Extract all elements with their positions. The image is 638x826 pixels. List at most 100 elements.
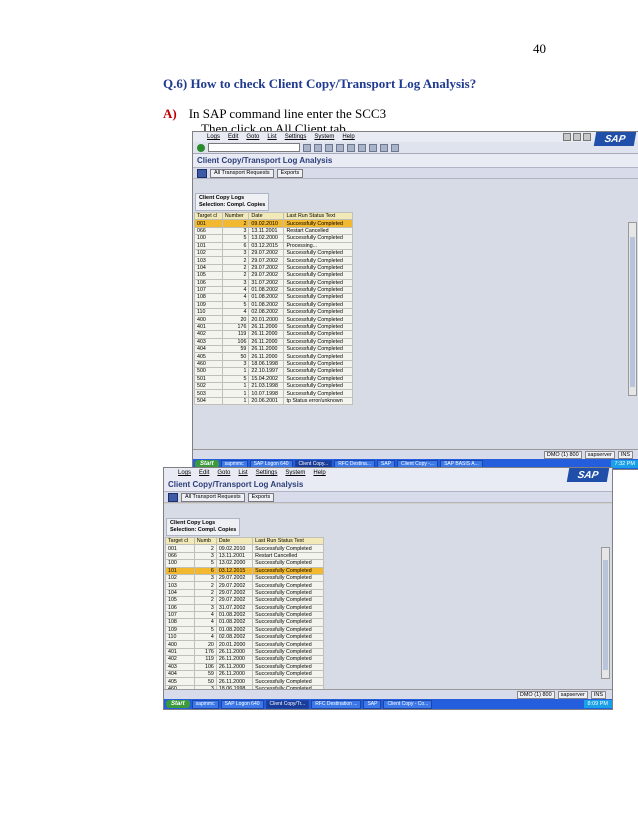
cancel-icon[interactable] — [336, 143, 344, 152]
table-row[interactable]: 503 1 10.07.1998 Successfully Completed — [194, 389, 353, 398]
table-row[interactable]: 502121.03.1998Successfully Completed — [194, 381, 353, 391]
table-row[interactable]: 107 4 01.08.2002 Successfully Completed — [194, 285, 353, 295]
menu-item[interactable]: Help — [313, 470, 325, 476]
column-header[interactable]: Last Run Status Text — [252, 536, 324, 546]
table-row[interactable]: 405 50 26.11.2000 Successfully Completed — [165, 677, 324, 686]
menu-item[interactable]: Logs — [178, 470, 191, 476]
menu-item[interactable]: Settings — [285, 134, 307, 140]
table-row[interactable]: 504 1 20.06.2001 tp Status error/unknown — [194, 396, 353, 406]
scroll-thumb[interactable] — [630, 237, 635, 387]
table-row[interactable]: 400 20 20.01.2000 Successfully Completed — [165, 640, 324, 649]
table-row[interactable]: 103 2 29.07.2002 Successfully Completed — [194, 256, 353, 265]
table-row[interactable]: 110 4 02.08.2002 Successfully Completed — [165, 633, 324, 642]
column-header[interactable]: Target cl — [165, 536, 195, 546]
menu-item[interactable]: Edit — [228, 134, 238, 140]
table-row[interactable]: 100 5 13.02.2000 Successfully Completed — [165, 559, 324, 568]
table-row[interactable]: 101 6 03.12.2015 Successfully Completed — [165, 566, 324, 575]
table-row[interactable]: 104 2 29.07.2002 Successfully Completed — [165, 588, 324, 598]
table-row[interactable]: 103 2 29.07.2002 Successfully Completed — [165, 581, 324, 590]
table-row[interactable]: 066 3 13.11.2001 Restart Cancelled — [165, 551, 324, 561]
scroll-thumb[interactable] — [603, 560, 608, 670]
table-row[interactable]: 066 3 13.11.2001 Restart Cancelled — [194, 226, 353, 236]
close-icon[interactable] — [583, 133, 591, 141]
menu-item[interactable]: Settings — [256, 470, 278, 476]
column-header[interactable]: Date — [248, 211, 285, 221]
table-row[interactable]: 460318.06.1998Successfully Completed — [194, 359, 353, 369]
table-row[interactable]: 401 176 26.11.2000 Successfully Completed — [165, 647, 324, 657]
table-row[interactable]: 108 4 01.08.2002 Successfully Completed — [194, 293, 353, 302]
table-row[interactable]: 100 5 13.02.2000 Successfully Completed — [194, 234, 353, 243]
menu-item[interactable]: List — [238, 470, 247, 476]
taskbar-item[interactable]: SAP Logon 640 — [220, 699, 264, 709]
help-icon[interactable] — [391, 143, 399, 152]
menu-item[interactable]: Goto — [217, 470, 230, 476]
table-row[interactable]: 102 3 29.07.2002 Successfully Completed — [194, 248, 353, 258]
vertical-scrollbar[interactable] — [601, 547, 610, 679]
table-row[interactable]: 001 2 09.02.2010 Successfully Completed — [165, 544, 324, 553]
exit-icon[interactable] — [325, 143, 333, 152]
find-icon[interactable] — [358, 143, 366, 152]
menu-item[interactable]: List — [267, 134, 276, 140]
table-row[interactable]: 401 176 26.11.2000 Successfully Completed — [194, 322, 353, 332]
vertical-scrollbar[interactable] — [628, 222, 637, 396]
table-row[interactable]: 404 59 26.11.2000 Successfully Completed — [165, 670, 324, 679]
enter-icon[interactable] — [197, 143, 205, 152]
table-row[interactable]: 400 20 20.01.2000 Successfully Completed — [194, 315, 353, 324]
save-icon[interactable] — [303, 143, 311, 152]
column-header[interactable]: Last Run Status Text — [283, 211, 353, 221]
column-header[interactable]: Numb — [193, 536, 217, 546]
table-row[interactable]: 109 5 01.08.2002 Successfully Completed — [165, 625, 324, 635]
table-row[interactable]: 404 59 26.11.2000 Successfully Completed — [194, 345, 353, 354]
table-row[interactable]: 403 106 26.11.2000 Successfully Completed — [194, 337, 353, 347]
page-down-icon[interactable] — [380, 143, 388, 152]
column-header[interactable]: Date — [215, 536, 254, 546]
table-row[interactable]: 106 3 31.07.2002 Successfully Completed — [194, 278, 353, 287]
table-row[interactable]: 105 2 29.07.2002 Successfully Completed — [194, 271, 353, 280]
menu-item[interactable]: Logs — [207, 134, 220, 140]
table-row[interactable]: 109 5 01.08.2002 Successfully Completed — [194, 300, 353, 310]
table-cell: Successfully Completed — [283, 285, 353, 295]
table-row[interactable]: 101 6 03.12.2015 Processing... — [194, 241, 353, 250]
table-row[interactable]: 001 2 09.02.2010 Successfully Completed — [194, 219, 353, 228]
menu-item[interactable]: System — [285, 470, 305, 476]
table-row[interactable]: 403 106 26.11.2000 Successfully Completed — [165, 662, 324, 672]
table-row[interactable]: 107 4 01.08.2002 Successfully Completed — [165, 610, 324, 620]
start-button[interactable]: Start — [166, 700, 190, 708]
table-cell: Successfully Completed — [252, 677, 324, 686]
table-row[interactable]: 402 119 26.11.2000 Successfully Completed — [165, 655, 324, 664]
table-row[interactable]: 501515.04.2002Successfully Completed — [194, 374, 353, 384]
menu-item[interactable]: System — [314, 134, 334, 140]
column-header[interactable]: Target cl — [194, 211, 223, 221]
table-row[interactable]: 105 2 29.07.2002 Successfully Completed — [165, 596, 324, 605]
all-transport-requests-button[interactable]: All Transport Requests — [210, 168, 274, 178]
table-row[interactable]: 110 4 02.08.2002 Successfully Completed — [194, 308, 353, 317]
menu-item[interactable]: Help — [342, 134, 354, 140]
table-row[interactable]: 405 50 26.11.2000 Successfully Completed — [194, 352, 353, 361]
taskbar-item[interactable]: SAP — [363, 699, 382, 709]
taskbar-item[interactable]: RFC Destination ... — [311, 699, 362, 709]
column-header[interactable]: Number — [221, 211, 250, 221]
maximize-icon[interactable] — [573, 133, 581, 141]
back-icon[interactable] — [314, 143, 322, 152]
exports-button[interactable]: Exports — [276, 168, 304, 178]
taskbar-item[interactable]: Client Copy - Co... — [383, 699, 433, 709]
table-cell: 26.11.2000 — [215, 670, 254, 679]
display-icon[interactable] — [197, 168, 207, 178]
table-row[interactable]: 102 3 29.07.2002 Successfully Completed — [165, 573, 324, 583]
taskbar-item[interactable]: Client Copy/Tr... — [265, 699, 310, 709]
page-up-icon[interactable] — [369, 143, 377, 152]
all-transport-requests-button[interactable]: All Transport Requests — [181, 492, 245, 502]
exports-button[interactable]: Exports — [247, 492, 275, 502]
display-icon[interactable] — [168, 492, 178, 502]
menu-item[interactable]: Goto — [246, 134, 259, 140]
table-row[interactable]: 108 4 01.08.2002 Successfully Completed — [165, 618, 324, 627]
print-icon[interactable] — [347, 143, 355, 152]
table-row[interactable]: 104 2 29.07.2002 Successfully Completed — [194, 263, 353, 273]
command-field[interactable] — [208, 143, 300, 152]
minimize-icon[interactable] — [563, 133, 571, 141]
table-row[interactable]: 106 3 31.07.2002 Successfully Completed — [165, 603, 324, 612]
table-row[interactable]: 402 119 26.11.2000 Successfully Completed — [194, 330, 353, 339]
table-row[interactable]: 500122.10.1997Successfully Completed — [194, 367, 353, 376]
taskbar-item[interactable]: sapmmc — [191, 699, 219, 709]
menu-item[interactable]: Edit — [199, 470, 209, 476]
